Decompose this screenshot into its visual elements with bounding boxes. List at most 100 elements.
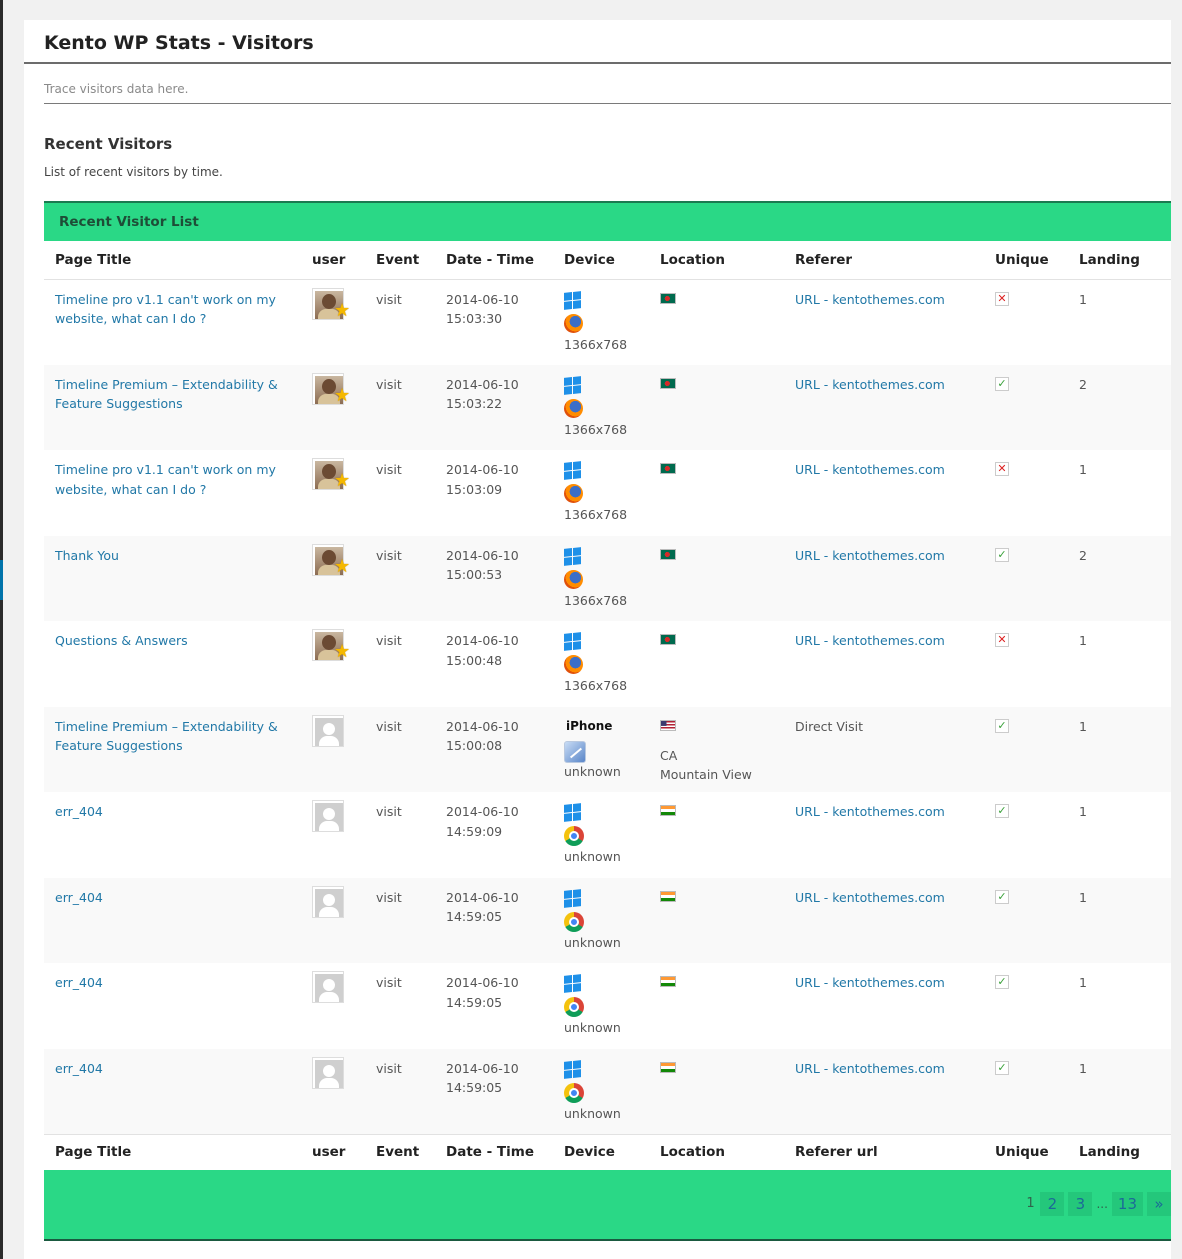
page-title-link[interactable]: Timeline Premium – Extendability & Featu… <box>55 719 278 754</box>
referer-link[interactable]: URL - kentothemes.com <box>795 633 945 648</box>
visit-time: 14:59:05 <box>446 1080 503 1095</box>
col-device[interactable]: Device <box>553 241 649 280</box>
col-unique[interactable]: Unique <box>984 241 1068 280</box>
page-title-link[interactable]: Thank You <box>55 548 119 563</box>
visit-date: 2014-06-10 <box>446 462 519 477</box>
referer-link[interactable]: URL - kentothemes.com <box>795 292 945 307</box>
avatar-body <box>319 821 339 831</box>
avatar-body <box>319 1077 339 1088</box>
page-title-link[interactable]: Questions & Answers <box>55 633 188 648</box>
location-text: CA Mountain View <box>660 746 784 785</box>
cell-user: ★ <box>301 279 365 365</box>
pagination: 1 2 3 ... 13 » <box>1020 1192 1171 1216</box>
visit-time: 14:59:05 <box>446 994 503 1010</box>
page-link-3[interactable]: 3 <box>1068 1192 1093 1216</box>
cell-location: CA Mountain View <box>649 706 784 792</box>
referer-link[interactable]: URL - kentothemes.com <box>795 975 945 990</box>
cell-unique: ✓ <box>984 877 1068 963</box>
pagination-bar: 1 2 3 ... 13 » <box>44 1170 1171 1241</box>
col-page-title[interactable]: Page Title <box>44 241 301 280</box>
member-avatar[interactable]: ★ <box>312 372 350 407</box>
visit-time: 15:03:09 <box>446 481 503 497</box>
page-link-2[interactable]: 2 <box>1040 1192 1065 1216</box>
referer-link[interactable]: URL - kentothemes.com <box>795 1061 945 1076</box>
col-page-title-footer[interactable]: Page Title <box>44 1133 301 1170</box>
section-title: Recent Visitors <box>44 135 173 153</box>
star-icon: ★ <box>334 384 351 406</box>
cell-event: visit <box>365 877 435 963</box>
cell-page-title: Thank You <box>44 535 301 621</box>
visit-time: 15:00:48 <box>446 652 503 668</box>
col-event[interactable]: Event <box>365 241 435 280</box>
chrome-icon <box>564 908 649 933</box>
col-landing[interactable]: Landing <box>1068 241 1171 280</box>
col-location[interactable]: Location <box>649 241 784 280</box>
default-avatar[interactable] <box>312 971 346 1005</box>
col-date-time[interactable]: Date - Time <box>435 241 553 280</box>
page-title-link[interactable]: err_404 <box>55 1061 103 1076</box>
page-title-link[interactable]: err_404 <box>55 890 103 905</box>
col-referer[interactable]: Referer <box>784 241 984 280</box>
cell-unique: ✕ <box>984 621 1068 707</box>
bangladesh-flag-icon <box>660 548 676 560</box>
page-title-link[interactable]: err_404 <box>55 975 103 990</box>
cell-referer: URL - kentothemes.com <box>784 364 984 450</box>
firefox-icon <box>564 651 649 676</box>
referer-link[interactable]: URL - kentothemes.com <box>795 377 945 392</box>
firefox-icon <box>564 566 649 591</box>
cell-unique: ✓ <box>984 1048 1068 1134</box>
member-avatar[interactable]: ★ <box>312 287 350 322</box>
cell-unique: ✓ <box>984 364 1068 450</box>
col-location-footer[interactable]: Location <box>649 1133 784 1170</box>
unique-check-icon: ✓ <box>995 804 1009 818</box>
page-link-last[interactable]: 13 <box>1111 1192 1143 1216</box>
page-title-link[interactable]: Timeline Premium – Extendability & Featu… <box>55 377 278 412</box>
member-avatar[interactable]: ★ <box>312 543 350 578</box>
screen-resolution: 1366x768 <box>564 421 628 437</box>
cell-location <box>649 364 784 450</box>
avatar-head <box>323 1064 335 1077</box>
cell-date-time: 2014-06-10 14:59:05 <box>435 1048 553 1134</box>
page-next-button[interactable]: » <box>1147 1192 1171 1216</box>
cell-device: iPhone unknown <box>553 706 649 792</box>
default-avatar[interactable] <box>312 885 346 920</box>
col-unique-footer[interactable]: Unique <box>984 1133 1068 1170</box>
safari-icon <box>564 737 649 763</box>
cell-date-time: 2014-06-10 14:59:09 <box>435 792 553 878</box>
page-title-link[interactable]: Timeline pro v1.1 can't work on my websi… <box>55 462 276 497</box>
table-row: Timeline Premium – Extendability & Featu… <box>44 364 1171 450</box>
bangladesh-flag-icon <box>660 463 676 474</box>
col-event-footer[interactable]: Event <box>365 1133 435 1170</box>
referer-link[interactable]: URL - kentothemes.com <box>795 804 945 819</box>
default-avatar[interactable] <box>312 714 346 749</box>
city-text: Mountain View <box>660 767 752 782</box>
col-date-time-footer[interactable]: Date - Time <box>435 1133 553 1170</box>
referer-link[interactable]: URL - kentothemes.com <box>795 890 945 905</box>
table-row: Thank You ★ visit 2014-06-10 15:00:53 13… <box>44 535 1171 621</box>
col-user[interactable]: user <box>301 241 365 280</box>
referer-link[interactable]: URL - kentothemes.com <box>795 462 945 477</box>
screen-resolution: 1366x768 <box>564 678 628 693</box>
cell-referer: URL - kentothemes.com <box>784 877 984 963</box>
default-avatar[interactable] <box>312 1056 346 1091</box>
cell-user <box>301 706 365 792</box>
landing-count: 1 <box>1079 291 1087 307</box>
cell-user <box>301 963 365 1049</box>
visit-date: 2014-06-10 <box>446 975 519 990</box>
member-avatar[interactable]: ★ <box>312 458 350 492</box>
avatar-frame <box>312 1056 344 1089</box>
page-title-link[interactable]: err_404 <box>55 804 103 819</box>
cell-device: unknown <box>553 1048 649 1134</box>
cell-location <box>649 279 784 365</box>
member-avatar[interactable]: ★ <box>312 629 350 663</box>
col-device-footer[interactable]: Device <box>553 1133 649 1170</box>
col-user-footer[interactable]: user <box>301 1133 365 1170</box>
landing-count: 2 <box>1079 376 1087 392</box>
col-landing-footer[interactable]: Landing <box>1068 1133 1171 1170</box>
col-referer-url-footer[interactable]: Referer url <box>784 1133 984 1170</box>
page-title-link[interactable]: Timeline pro v1.1 can't work on my websi… <box>55 292 276 327</box>
unique-cross-icon: ✕ <box>995 291 1009 306</box>
default-avatar[interactable] <box>312 800 346 834</box>
referer-link[interactable]: URL - kentothemes.com <box>795 548 945 563</box>
chrome-icon <box>564 993 649 1018</box>
